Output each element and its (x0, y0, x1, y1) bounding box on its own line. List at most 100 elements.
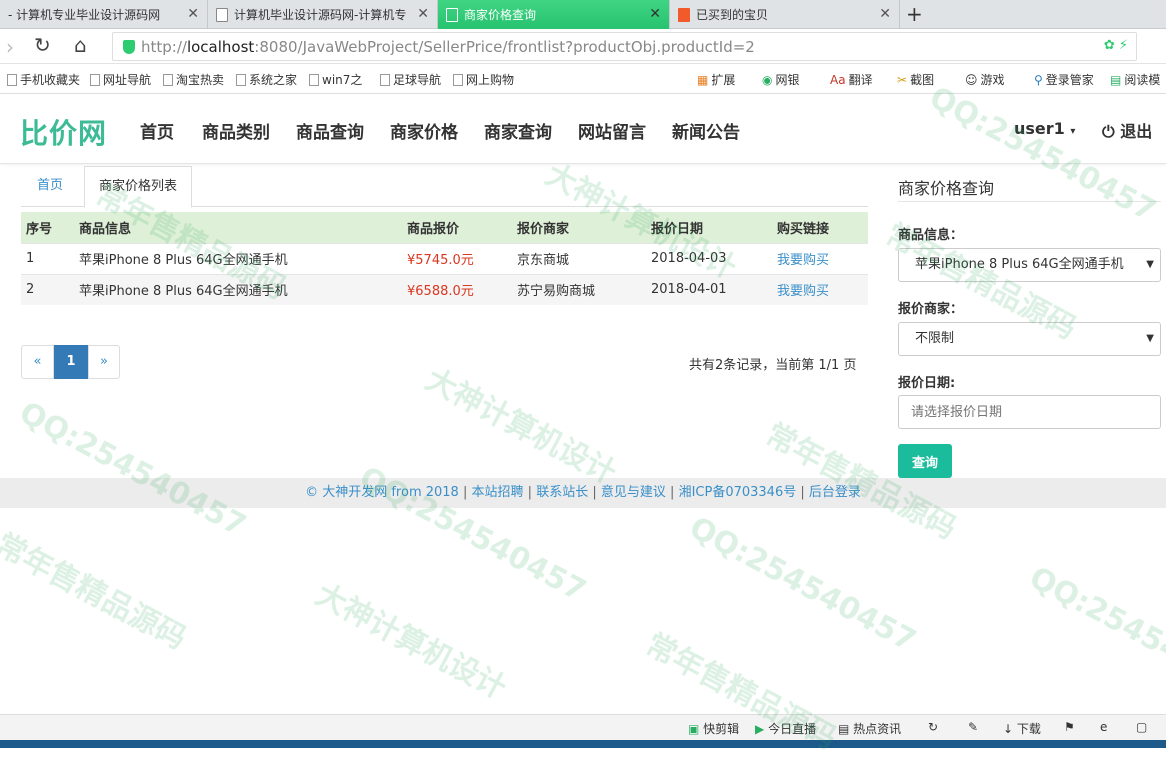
cell-price: ¥6588.0元 (402, 273, 512, 305)
close-icon[interactable]: ✕ (879, 6, 891, 22)
cell-date: 2018-04-03 (646, 242, 772, 274)
product-select[interactable]: 苹果iPhone 8 Plus 64G全网通手机 ▼ (898, 248, 1161, 282)
url-path: :8080/JavaWebProject/SellerPrice/frontli… (254, 37, 755, 56)
site-navbar: 比价网 首页 商品类别 商品查询 商家价格 商家查询 网站留言 新闻公告 use… (0, 94, 1166, 164)
footer-link-jobs[interactable]: 本站招聘 (472, 485, 524, 500)
buy-link[interactable]: 我要购买 (772, 273, 868, 305)
site-logo[interactable]: 比价网 (20, 112, 107, 152)
breadcrumb: 首页 商家价格列表 (21, 166, 868, 208)
ie-icon[interactable]: e (1100, 720, 1107, 734)
divider (898, 201, 1161, 202)
chevron-down-icon: ▼ (1146, 333, 1154, 344)
bookmark-win7[interactable]: win7之 (309, 71, 362, 88)
watermark: 大神计算机设计 (419, 362, 622, 492)
prev-page-button[interactable]: « (21, 345, 54, 379)
bookmark-shopping[interactable]: 网上购物 (453, 71, 514, 88)
pagination: « 1 » (21, 345, 120, 379)
cell-price: ¥5745.0元 (402, 242, 512, 274)
product-label: 商品信息： (898, 228, 964, 243)
next-page-button[interactable]: » (88, 345, 120, 379)
new-tab-icon[interactable]: + (906, 2, 923, 26)
news-icon: ▤ (838, 722, 850, 736)
browser-tab-1[interactable]: - 计算机专业毕业设计源码网 ✕ (0, 0, 208, 29)
browser-tab-2[interactable]: 计算机毕业设计源码网-计算机专 ✕ (208, 0, 438, 29)
page-icon (90, 73, 100, 86)
close-icon[interactable]: ✕ (649, 6, 661, 22)
menu-categories[interactable]: 商品类别 (202, 118, 270, 143)
close-icon[interactable]: ✕ (187, 6, 199, 22)
home-icon[interactable]: ⌂ (74, 33, 87, 57)
date-input[interactable] (898, 395, 1161, 429)
menu-sellers[interactable]: 商家查询 (484, 118, 552, 143)
shield-icon (123, 39, 135, 54)
bookmark-taobao[interactable]: 淘宝热卖 (163, 71, 224, 88)
menu-seller-price[interactable]: 商家价格 (390, 118, 458, 143)
caret-down-icon: ▾ (1070, 126, 1076, 137)
breadcrumb-current: 商家价格列表 (84, 166, 193, 208)
footer-link-feedback[interactable]: 意见与建议 (601, 485, 666, 500)
extension-icon: ▦ (697, 72, 709, 87)
col-date: 报价日期 (646, 212, 772, 243)
lightning-icon[interactable]: ✿ ⚡ (1104, 38, 1128, 53)
menu-news[interactable]: 新闻公告 (672, 118, 740, 143)
key-icon: ⚲ (1034, 72, 1043, 87)
window-icon[interactable]: ▢ (1136, 720, 1147, 734)
forward-icon[interactable]: › (6, 35, 14, 59)
status-download[interactable]: ↓ 下载 (1003, 720, 1041, 737)
page-1-button[interactable]: 1 (54, 345, 88, 379)
tab-title: 商家价格查询 (464, 8, 537, 22)
status-live[interactable]: ▶ 今日直播 (755, 720, 816, 737)
menu-products[interactable]: 商品查询 (296, 118, 364, 143)
url-prefix: http:// (141, 37, 187, 56)
copyright: © 大神开发网 from 2018 (305, 485, 459, 500)
page-icon (453, 73, 463, 86)
price-table: 序号 商品信息 商品报价 报价商家 报价日期 购买链接 1 苹果iPhone 8… (21, 212, 868, 305)
seller-select[interactable]: 不限制 ▼ (898, 322, 1161, 356)
page-info: 共有2条记录，当前第 1/1 页 (689, 358, 857, 373)
bookmark-mobile[interactable]: 手机收藏夹 (7, 71, 80, 88)
col-price: 商品报价 (402, 212, 512, 243)
taobao-icon (678, 7, 690, 22)
menu-messages[interactable]: 网站留言 (578, 118, 646, 143)
footer-link-icp[interactable]: 湘ICP备0703346号 (679, 485, 797, 500)
translate-icon: Aa (830, 72, 846, 87)
close-icon[interactable]: ✕ (417, 6, 429, 22)
pin-icon[interactable]: ✎ (968, 720, 978, 734)
browser-tab-4[interactable]: 已买到的宝贝 ✕ (670, 0, 900, 29)
watermark: QQ:254540457 (683, 510, 922, 659)
tool-translate[interactable]: Aa 翻译 (830, 71, 873, 88)
reload-icon[interactable]: ↻ (34, 33, 51, 57)
page-icon (446, 7, 458, 22)
cell-date: 2018-04-01 (646, 273, 772, 305)
tool-games[interactable]: ☺ 游戏 (965, 71, 1005, 88)
browser-tab-active[interactable]: 商家价格查询 ✕ (438, 0, 670, 29)
table-row: 1 苹果iPhone 8 Plus 64G全网通手机 ¥5745.0元 京东商城… (21, 242, 868, 274)
url-input[interactable]: http://localhost:8080/JavaWebProject/Sel… (112, 32, 1137, 61)
page-icon (216, 7, 228, 22)
breadcrumb-home[interactable]: 首页 (23, 166, 77, 207)
tool-reader[interactable]: ▤ 阅读模 (1110, 71, 1160, 88)
status-news[interactable]: ▤ 热点资讯 (838, 720, 901, 737)
col-link: 购买链接 (772, 212, 868, 243)
query-button[interactable]: 查询 (898, 444, 952, 478)
tool-login-manager[interactable]: ⚲ 登录管家 (1034, 71, 1094, 88)
logout-button[interactable]: ⏻ 退出 (1102, 118, 1152, 142)
tab-title: 已买到的宝贝 (696, 8, 769, 22)
refresh-icon[interactable]: ↻ (928, 720, 938, 734)
status-quick-edit[interactable]: ▣ 快剪辑 (688, 720, 739, 737)
bookmark-nav[interactable]: 网址导航 (90, 71, 151, 88)
footer-link-contact[interactable]: 联系站长 (536, 485, 588, 500)
tool-ebank[interactable]: ◉ 网银 (762, 71, 800, 88)
tool-screenshot[interactable]: ✂ 截图 (897, 71, 934, 88)
watermark: QQ:254540457 (13, 395, 252, 544)
tool-extensions[interactable]: ▦ 扩展 (697, 71, 735, 88)
flag-icon[interactable]: ⚑ (1064, 720, 1075, 734)
buy-link[interactable]: 我要购买 (772, 242, 868, 274)
bookmark-syshome[interactable]: 系统之家 (236, 71, 297, 88)
date-label: 报价日期: (898, 376, 956, 391)
menu-home[interactable]: 首页 (140, 118, 174, 143)
footer-link-admin[interactable]: 后台登录 (809, 485, 861, 500)
phone-icon (7, 73, 17, 86)
bookmark-football[interactable]: 足球导航 (380, 71, 441, 88)
user-dropdown[interactable]: user1 ▾ (1014, 119, 1075, 138)
